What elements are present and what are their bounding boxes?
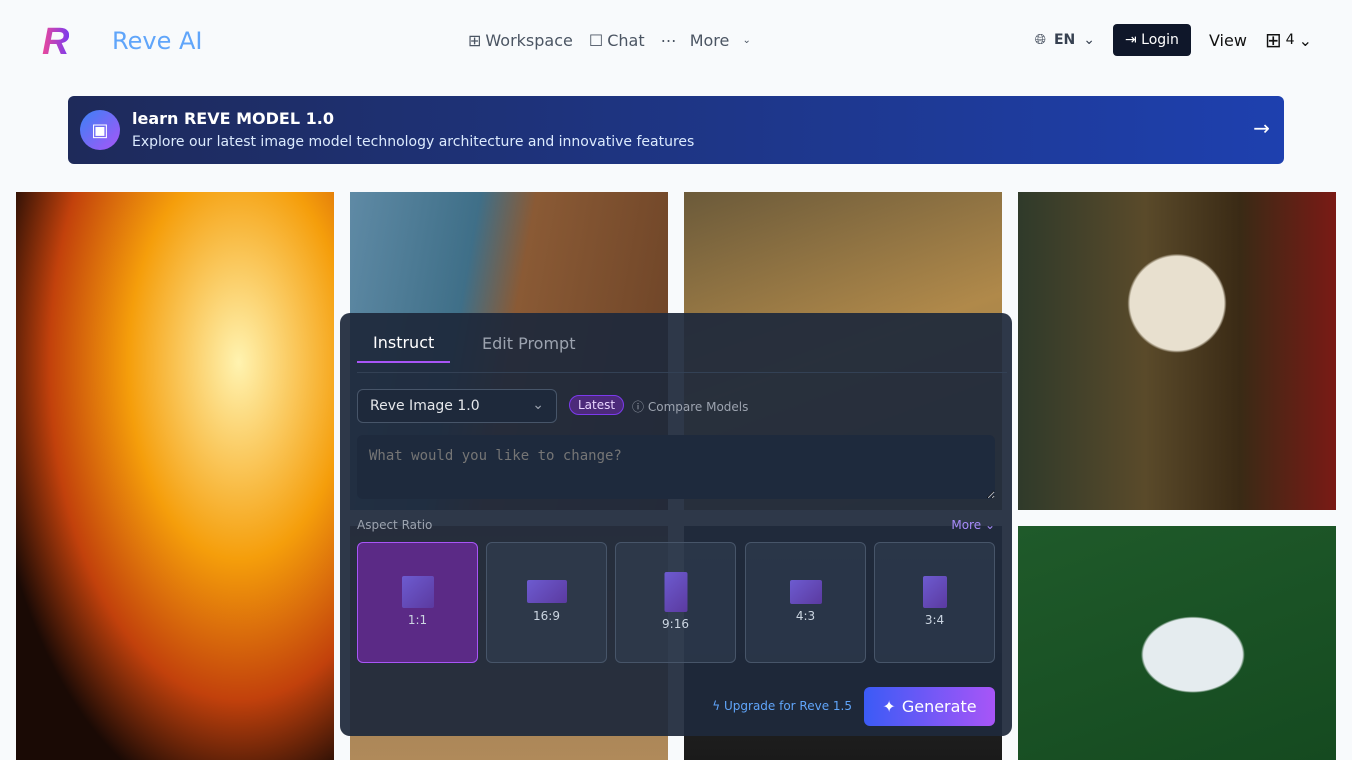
model-select[interactable]: Reve Image 1.0 ⌄ (357, 389, 557, 423)
language-select[interactable]: 🌐︎ EN ⌄ (1035, 32, 1095, 48)
model-banner[interactable]: ▣ learn REVE MODEL 1.0 Explore our lates… (68, 96, 1284, 164)
login-icon: ⇥ (1124, 32, 1137, 48)
ratio-shape (401, 576, 434, 608)
compare-models-link[interactable]: ⓘ Compare Models (632, 398, 748, 415)
generate-button[interactable]: ✦ Generate (864, 687, 995, 726)
chip-icon: ▣ (80, 110, 120, 150)
ratio-shape (789, 580, 822, 604)
ratio-9-16[interactable]: 9:16 (615, 542, 736, 663)
columns-select[interactable]: ⊞ 4 ⌄ (1265, 28, 1312, 52)
ratio-label: 16:9 (533, 609, 560, 623)
header: R Reve AI ⊞ Workspace ☐ Chat ⋯ More ⌄ 🌐︎ EN… (0, 0, 1352, 84)
ratio-label: 9:16 (662, 617, 689, 631)
info-icon: ⓘ (632, 400, 645, 414)
nav-workspace[interactable]: ⊞ Workspace (468, 31, 573, 50)
gallery-image-cat-portrait[interactable] (1018, 192, 1336, 510)
nav-label: More (689, 31, 730, 50)
nav-label: Workspace (485, 31, 573, 50)
arrow-right-icon: → (1253, 116, 1270, 140)
ratio-3-4[interactable]: 3:4 (874, 542, 995, 663)
gallery-image-players-week[interactable] (1018, 526, 1336, 760)
logo[interactable]: R (42, 23, 69, 61)
nav-label: Chat (607, 31, 645, 50)
instruction-input[interactable] (357, 435, 995, 499)
tab-instruct[interactable]: Instruct (373, 333, 434, 352)
chat-icon: ☐ (588, 31, 604, 50)
gallery-image-fire-silhouette[interactable] (16, 192, 334, 760)
ratio-16-9[interactable]: 16:9 (486, 542, 607, 663)
grid-icon: ⊞ (468, 31, 482, 50)
latest-badge: Latest (569, 395, 625, 415)
chevron-down-icon: ⌄ (742, 35, 751, 46)
ratio-label: 3:4 (924, 613, 945, 627)
ratio-1-1[interactable]: 1:1 (357, 542, 478, 663)
more-ratios-button[interactable]: More ⌄ (951, 518, 995, 532)
header-actions: 🌐︎ EN ⌄ ⇥ Login View ⊞ 4 ⌄ (1035, 24, 1312, 56)
generate-label: Generate (901, 697, 977, 716)
ratio-label: 1:1 (407, 613, 428, 627)
nav-chat[interactable]: ☐ Chat (589, 31, 645, 50)
lightning-icon: ϟ (712, 699, 721, 713)
ratio-label: 4:3 (795, 609, 816, 623)
nav-more[interactable]: ⋯ More ⌄ (661, 31, 751, 50)
ratio-shape (922, 576, 947, 608)
tab-edit-prompt[interactable]: Edit Prompt (482, 334, 575, 353)
more-label: More (951, 518, 982, 532)
upgrade-link[interactable]: ϟ Upgrade for Reve 1.5 (712, 699, 852, 713)
chevron-down-icon: ⌄ (1298, 30, 1312, 50)
columns-count: 4 (1285, 32, 1295, 48)
ratio-shape (526, 580, 567, 603)
active-tab-indicator (357, 361, 450, 363)
generate-panel: Instruct Edit Prompt Reve Image 1.0 ⌄ Lat… (340, 313, 1012, 736)
banner-subtitle: Explore our latest image model technolog… (132, 134, 695, 150)
grid-icon: ⊞ (1264, 28, 1282, 52)
dots-icon: ⋯ (660, 31, 677, 50)
banner-title: learn REVE MODEL 1.0 (132, 109, 334, 128)
main-nav: ⊞ Workspace ☐ Chat ⋯ More ⌄ (468, 31, 751, 50)
aspect-ratio-label: Aspect Ratio (357, 518, 433, 532)
login-label: Login (1141, 32, 1179, 48)
ratio-4-3[interactable]: 4:3 (745, 542, 866, 663)
chevron-down-icon: ⌄ (984, 518, 995, 532)
ratio-shape (664, 572, 687, 612)
compare-label: Compare Models (647, 400, 749, 414)
tab-divider (357, 372, 1007, 373)
chevron-down-icon: ⌄ (1083, 32, 1095, 48)
sparkles-icon: ✦ (882, 697, 896, 716)
view-button[interactable]: View (1209, 31, 1247, 50)
upgrade-label: Upgrade for Reve 1.5 (724, 699, 852, 713)
brand-name[interactable]: Reve AI (112, 27, 202, 55)
language-label: EN (1053, 32, 1076, 48)
chevron-down-icon: ⌄ (532, 397, 544, 413)
globe-icon: 🌐︎ (1034, 32, 1046, 48)
model-value: Reve Image 1.0 (370, 398, 480, 414)
login-button[interactable]: ⇥ Login (1112, 24, 1191, 56)
